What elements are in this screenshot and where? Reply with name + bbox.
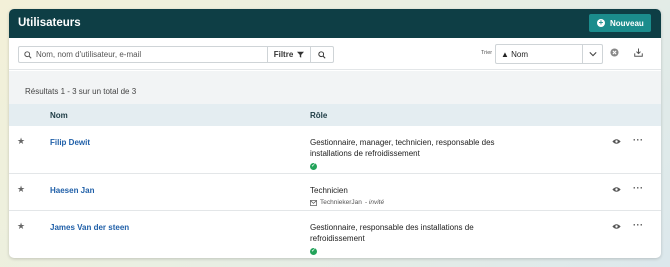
invite-info: TechniekerJan - invité <box>310 197 510 208</box>
table-row: ★ Haesen Jan Technicien TechniekerJan - … <box>9 174 661 211</box>
role-text-line: Gestionnaire, responsable des installati… <box>310 223 474 232</box>
sort-ascending-icon: ▲ <box>501 49 509 59</box>
invite-status: - invité <box>364 199 385 206</box>
table-row: ★ Filip Dewit Gestionnaire, manager, tec… <box>9 126 661 174</box>
more-options-icon[interactable]: ··· <box>633 135 644 145</box>
sort-value-wrap: ▲ Nom <box>496 50 582 59</box>
page-title: Utilisateurs <box>18 17 81 29</box>
star-icon[interactable]: ★ <box>17 221 25 232</box>
filter-button[interactable]: Filtre <box>267 46 311 63</box>
role-text-line: refroidissement <box>310 234 365 243</box>
filter-label: Filtre <box>273 50 294 59</box>
user-name-link[interactable]: Haesen Jan <box>50 186 94 195</box>
funnel-icon <box>297 51 305 58</box>
eye-icon[interactable] <box>612 223 621 230</box>
search-input[interactable] <box>36 50 261 59</box>
user-role: Technicien TechniekerJan - invité <box>310 185 510 208</box>
users-panel: Utilisateurs + Nouveau Filtre Trier <box>9 9 661 258</box>
envelope-icon <box>310 199 317 206</box>
table-header: Nom Rôle <box>9 104 661 126</box>
search-field[interactable] <box>18 46 268 63</box>
eye-icon[interactable] <box>612 186 621 193</box>
new-user-button[interactable]: + Nouveau <box>589 14 651 32</box>
plus-circle-icon: + <box>597 18 605 27</box>
table-row: ★ James Van der steen Gestionnaire, resp… <box>9 211 661 258</box>
user-role: Gestionnaire, manager, technicien, respo… <box>310 137 510 170</box>
more-options-icon[interactable]: ··· <box>633 183 644 193</box>
more-options-icon[interactable]: ··· <box>633 220 644 230</box>
verified-check-icon: ✓ <box>310 248 317 255</box>
user-name-link[interactable]: James Van der steen <box>50 223 129 232</box>
invite-username: TechniekerJan <box>320 199 362 206</box>
panel-header: Utilisateurs + Nouveau <box>9 9 661 38</box>
sort-label: Trier <box>481 50 493 56</box>
reset-icon[interactable] <box>610 48 619 57</box>
results-summary: Résultats 1 - 3 sur un total de 3 <box>25 87 137 96</box>
new-button-label: Nouveau <box>610 18 644 28</box>
eye-icon[interactable] <box>612 138 621 145</box>
search-button[interactable] <box>310 46 334 63</box>
verified-check-icon: ✓ <box>310 163 317 170</box>
star-icon[interactable]: ★ <box>17 136 25 147</box>
user-name-link[interactable]: Filip Dewit <box>50 138 90 147</box>
toolbar: Filtre Trier ▲ Nom <box>9 38 661 70</box>
chevron-down-icon[interactable] <box>582 45 602 63</box>
role-text-line: installations de refroidissement <box>310 149 420 158</box>
role-text-line: Gestionnaire, manager, technicien, respo… <box>310 138 495 147</box>
user-role: Gestionnaire, responsable des installati… <box>310 222 510 255</box>
column-header-name[interactable]: Nom <box>50 111 68 120</box>
sort-select[interactable]: ▲ Nom <box>495 44 603 64</box>
role-text-line: Technicien <box>310 186 348 195</box>
search-icon <box>24 50 32 59</box>
sort-value: Nom <box>511 49 529 59</box>
download-icon[interactable] <box>634 48 643 57</box>
search-icon <box>318 50 326 59</box>
column-header-role[interactable]: Rôle <box>310 111 327 120</box>
star-icon[interactable]: ★ <box>17 184 25 195</box>
